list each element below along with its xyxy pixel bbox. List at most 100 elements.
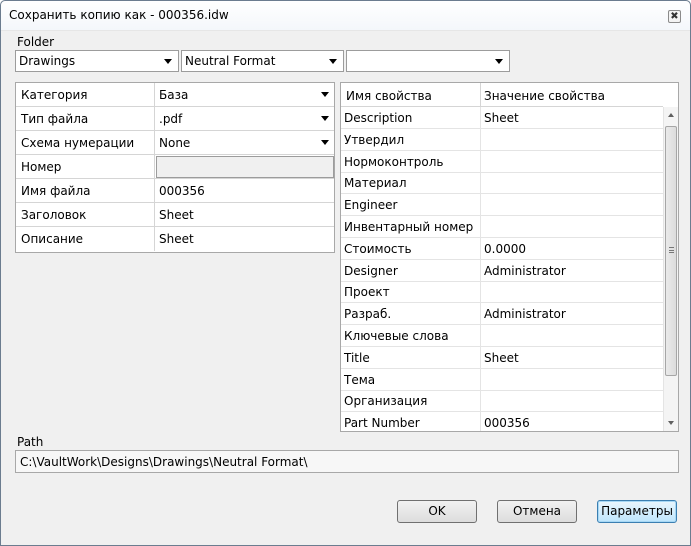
close-icon[interactable]: ✖: [668, 10, 681, 23]
grid-row-filename: Имя файла 000356: [16, 179, 334, 203]
property-name: Engineer: [344, 198, 398, 213]
file-type-select[interactable]: .pdf: [156, 107, 334, 130]
category-select[interactable]: База: [156, 83, 334, 106]
folder-combo-1-value: Drawings: [19, 54, 76, 68]
property-name: Тема: [344, 372, 376, 387]
property-value[interactable]: Administrator: [484, 307, 566, 321]
title-bar: Сохранить копию как - 000356.idw ✖: [1, 1, 690, 31]
numbering-scheme-value: None: [159, 136, 191, 150]
numbering-scheme-select[interactable]: None: [156, 131, 334, 154]
path-value: C:\VaultWork\Designs\Drawings\Neutral Fo…: [20, 455, 308, 469]
properties-header: Имя свойства Значение свойства: [341, 83, 663, 107]
column-divider: [480, 216, 481, 238]
column-header-name[interactable]: Имя свойства: [346, 89, 432, 103]
property-name: Инвентарный номер: [344, 220, 474, 234]
vertical-scrollbar[interactable]: [663, 107, 678, 431]
folder-combo-2[interactable]: Neutral Format: [181, 50, 344, 72]
grid-row-file-type: Тип файла .pdf: [16, 107, 334, 131]
save-copy-dialog: Сохранить копию как - 000356.idw ✖ Folde…: [0, 0, 691, 546]
property-name: Организация: [344, 394, 428, 409]
chevron-down-icon: [164, 59, 172, 64]
file-settings-grid: Категория База Тип файла .pdf Схема нуме…: [15, 82, 335, 253]
ok-button[interactable]: OK: [397, 500, 477, 523]
column-divider: [480, 172, 481, 195]
property-name: Description: [344, 111, 413, 125]
number-field: [156, 156, 334, 178]
property-name: Designer: [344, 263, 398, 278]
options-button[interactable]: Параметры: [597, 500, 677, 523]
description-field[interactable]: Sheet: [156, 227, 334, 251]
property-name: Разраб.: [344, 307, 392, 322]
grid-key: Категория: [16, 83, 155, 106]
grid-row-numbering: Схема нумерации None: [16, 131, 334, 155]
property-name: Стоимость: [344, 241, 412, 256]
property-row[interactable]: Designer Administrator: [341, 259, 663, 282]
grid-key: Заголовок: [16, 203, 155, 226]
column-divider: [480, 83, 481, 107]
property-value[interactable]: Administrator: [484, 264, 566, 278]
folder-label: Folder: [17, 35, 55, 49]
grid-row-number: Номер: [16, 155, 334, 179]
folder-combo-1[interactable]: Drawings: [15, 50, 179, 72]
column-divider: [480, 107, 481, 129]
column-divider: [480, 237, 481, 260]
property-name: Утвердил: [344, 132, 405, 147]
property-row[interactable]: Проект: [341, 281, 663, 304]
property-row[interactable]: Ключевые слова: [341, 325, 663, 347]
scroll-thumb[interactable]: [665, 126, 677, 376]
property-value[interactable]: 0.0000: [484, 242, 526, 256]
column-header-value[interactable]: Значение свойства: [484, 89, 605, 103]
property-value[interactable]: 000356: [484, 416, 530, 430]
property-name: Title: [344, 350, 370, 365]
cancel-button[interactable]: Отмена: [497, 500, 577, 523]
file-type-value: .pdf: [159, 112, 183, 126]
property-value[interactable]: Sheet: [484, 351, 519, 365]
scroll-down-icon[interactable]: [668, 421, 674, 425]
chevron-down-icon: [321, 140, 329, 145]
folder-combo-3[interactable]: [346, 50, 510, 72]
grid-key: Описание: [16, 227, 155, 251]
property-name: Ключевые слова: [344, 329, 449, 343]
column-divider: [480, 346, 481, 369]
properties-table: Имя свойства Значение свойства Descripti…: [340, 82, 679, 432]
filename-field[interactable]: 000356: [156, 179, 334, 202]
column-divider: [480, 390, 481, 413]
grid-row-title: Заголовок Sheet: [16, 203, 334, 227]
grid-row-description: Описание Sheet: [16, 227, 334, 251]
property-row[interactable]: Engineer: [341, 194, 663, 217]
property-row[interactable]: Утвердил: [341, 128, 663, 151]
column-divider: [480, 150, 481, 173]
property-row[interactable]: Разраб. Administrator: [341, 303, 663, 326]
path-label: Path: [17, 435, 44, 449]
column-divider: [480, 194, 481, 217]
grid-key: Имя файла: [16, 179, 155, 202]
chevron-down-icon: [495, 59, 503, 64]
path-field: C:\VaultWork\Designs\Drawings\Neutral Fo…: [15, 450, 679, 473]
chevron-down-icon: [321, 116, 329, 121]
column-divider: [480, 259, 481, 282]
folder-combo-2-value: Neutral Format: [185, 54, 276, 68]
property-row[interactable]: Инвентарный номер: [341, 216, 663, 238]
property-name: Проект: [344, 285, 390, 300]
grid-key: Номер: [16, 155, 155, 178]
column-divider: [480, 128, 481, 151]
grip-icon: [669, 247, 674, 253]
property-row[interactable]: Title Sheet: [341, 346, 663, 369]
property-name: Нормоконтроль: [344, 154, 444, 169]
property-row[interactable]: Description Sheet: [341, 107, 663, 129]
property-row[interactable]: Нормоконтроль: [341, 150, 663, 173]
dialog-title: Сохранить копию как - 000356.idw: [9, 8, 229, 22]
property-value[interactable]: Sheet: [484, 111, 519, 125]
property-row[interactable]: Материал: [341, 172, 663, 195]
column-divider: [480, 412, 481, 431]
property-row[interactable]: Стоимость 0.0000: [341, 237, 663, 260]
scroll-up-icon[interactable]: [668, 113, 674, 117]
property-name: Part Number: [344, 416, 420, 431]
chevron-down-icon: [329, 59, 337, 64]
property-row[interactable]: Тема: [341, 368, 663, 391]
chevron-down-icon: [321, 92, 329, 97]
column-divider: [480, 281, 481, 304]
property-row[interactable]: Организация: [341, 390, 663, 413]
title-field[interactable]: Sheet: [156, 203, 334, 226]
property-row[interactable]: Part Number 000356: [341, 412, 663, 431]
